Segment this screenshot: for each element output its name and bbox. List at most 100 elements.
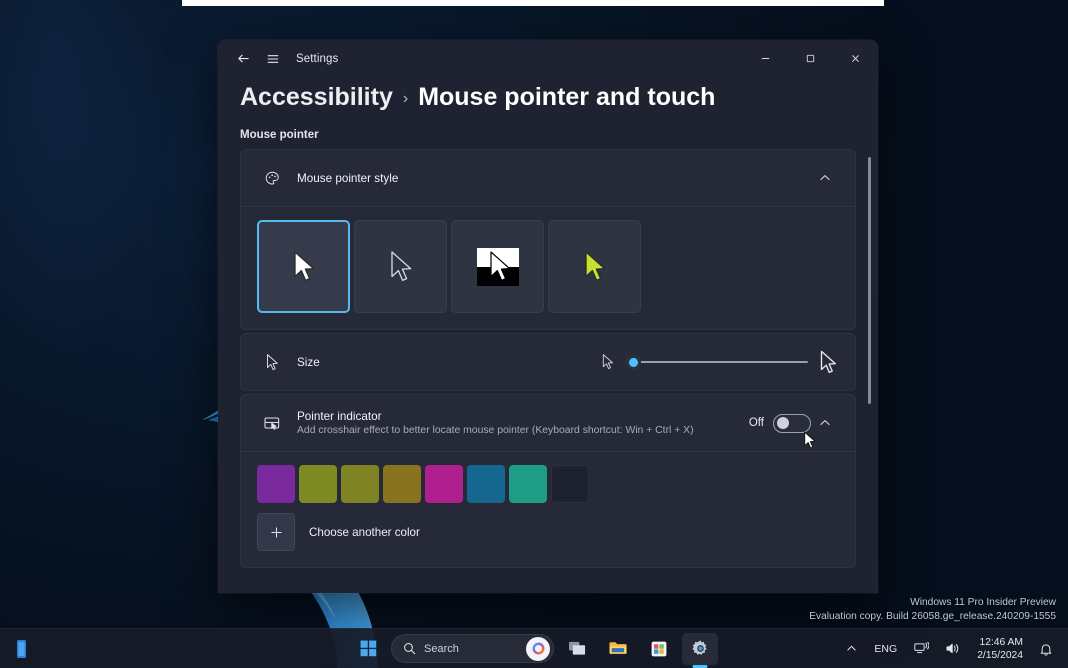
- slider-thumb[interactable]: [625, 354, 641, 370]
- start-button[interactable]: [350, 633, 386, 665]
- color-swatch[interactable]: [341, 465, 379, 503]
- watermark-line-2: Evaluation copy. Build 26058.ge_release.…: [809, 610, 1056, 624]
- search-placeholder: Search: [424, 643, 518, 655]
- slider-rail: [625, 361, 808, 364]
- color-swatch[interactable]: [257, 465, 295, 503]
- taskbar: Search: [0, 628, 1068, 668]
- toggle-knob: [777, 417, 789, 429]
- top-white-strip: [182, 0, 884, 6]
- taskbar-left: [0, 638, 170, 660]
- chevron-up-icon[interactable]: [811, 164, 839, 192]
- pointer-indicator-icon: [257, 414, 287, 432]
- desktop-widget-icon[interactable]: [12, 638, 32, 660]
- cursor-black-icon: [388, 250, 414, 284]
- page-header: Accessibility › Mouse pointer and touch: [218, 77, 878, 112]
- minimize-button[interactable]: [743, 40, 788, 77]
- card-pointer-size: Size: [240, 333, 856, 391]
- small-cursor-icon: [265, 353, 280, 372]
- clock-date: 2/15/2024: [977, 649, 1023, 662]
- plus-icon[interactable]: [257, 513, 295, 551]
- color-swatch-grid: [257, 465, 839, 503]
- pointer-style-option-black[interactable]: [354, 220, 447, 313]
- cursor-custom-color-icon: [582, 250, 608, 284]
- volume-button[interactable]: [939, 633, 968, 665]
- toggle-state-label: Off: [749, 417, 764, 429]
- language-indicator[interactable]: ENG: [867, 633, 904, 665]
- pointer-size-title: Size: [297, 356, 601, 369]
- taskbar-search[interactable]: Search: [391, 634, 554, 663]
- pointer-style-option-custom[interactable]: [548, 220, 641, 313]
- pointer-style-option-white[interactable]: [257, 220, 350, 313]
- search-icon: [403, 642, 416, 655]
- color-swatch[interactable]: [299, 465, 337, 503]
- settings-window: Settings Accessibility › Mouse pointer a…: [218, 40, 878, 593]
- file-explorer-button[interactable]: [600, 633, 636, 665]
- pointer-indicator-description: Add crosshair effect to better locate mo…: [297, 425, 749, 436]
- network-button[interactable]: [907, 633, 936, 665]
- content-scrollbar[interactable]: [864, 149, 874, 593]
- mouse-pointer-style-options: [241, 206, 855, 329]
- mouse-pointer-style-title: Mouse pointer style: [297, 172, 811, 185]
- pointer-indicator-colors: Choose another color: [241, 451, 855, 567]
- back-arrow-icon[interactable]: [228, 45, 258, 73]
- pointer-size-icon: [257, 353, 287, 372]
- slider-min-cursor-icon: [601, 353, 615, 371]
- breadcrumb-root[interactable]: Accessibility: [240, 83, 393, 112]
- copilot-icon: [531, 641, 546, 656]
- color-swatch[interactable]: [551, 465, 589, 503]
- color-swatch[interactable]: [509, 465, 547, 503]
- hamburger-menu-icon[interactable]: [258, 45, 288, 73]
- mouse-cursor-pointer: [802, 430, 818, 451]
- window-titlebar: Settings: [218, 40, 878, 77]
- notification-bell-icon: [1039, 642, 1053, 656]
- pointer-size-slider[interactable]: [625, 353, 808, 371]
- task-view-button[interactable]: [559, 633, 595, 665]
- pointer-size-row: Size: [241, 334, 855, 390]
- tray-overflow-button[interactable]: [839, 633, 864, 665]
- system-tray: ENG 12:46 AM 2/15/2024: [839, 633, 1060, 665]
- desktop: Settings Accessibility › Mouse pointer a…: [0, 0, 1068, 668]
- choose-another-color-label: Choose another color: [309, 526, 420, 539]
- network-icon: [914, 642, 929, 655]
- task-view-icon: [568, 640, 587, 657]
- file-explorer-icon: [608, 640, 628, 657]
- windows-logo-icon: [360, 640, 377, 657]
- slider-max-cursor-icon: [818, 349, 839, 376]
- microsoft-store-button[interactable]: [641, 633, 677, 665]
- volume-icon: [946, 642, 961, 655]
- settings-content: Mouse pointer style: [218, 149, 878, 593]
- choose-another-color-row[interactable]: Choose another color: [257, 513, 839, 551]
- pointer-indicator-title: Pointer indicator: [297, 410, 749, 423]
- breadcrumb: Accessibility › Mouse pointer and touch: [240, 83, 856, 112]
- close-button[interactable]: [833, 40, 878, 77]
- scrollbar-thumb[interactable]: [868, 157, 871, 404]
- color-swatch[interactable]: [425, 465, 463, 503]
- window-title: Settings: [296, 53, 338, 65]
- pointer-style-option-inverted[interactable]: [451, 220, 544, 313]
- taskbar-center: Search: [350, 633, 718, 665]
- color-swatch[interactable]: [467, 465, 505, 503]
- settings-taskbar-button[interactable]: [682, 633, 718, 665]
- microsoft-store-icon: [650, 640, 668, 658]
- pointer-indicator-header: Pointer indicator Add crosshair effect t…: [241, 395, 855, 451]
- gear-icon: [691, 639, 710, 658]
- color-swatch[interactable]: [383, 465, 421, 503]
- pointer-size-slider-group: [601, 349, 839, 376]
- maximize-button[interactable]: [788, 40, 833, 77]
- notification-center-button[interactable]: [1032, 633, 1060, 665]
- cursor-inverted-icon: [473, 244, 523, 290]
- windows-activation-watermark: Windows 11 Pro Insider Preview Evaluatio…: [809, 596, 1056, 624]
- page-title: Mouse pointer and touch: [418, 83, 715, 112]
- palette-icon: [257, 170, 287, 187]
- card-mouse-pointer-style: Mouse pointer style: [240, 149, 856, 330]
- cursor-white-icon: [291, 250, 317, 284]
- clock-time: 12:46 AM: [977, 636, 1023, 649]
- watermark-line-1: Windows 11 Pro Insider Preview: [809, 596, 1056, 610]
- taskbar-clock[interactable]: 12:46 AM 2/15/2024: [971, 636, 1029, 662]
- card-pointer-indicator: Pointer indicator Add crosshair effect t…: [240, 394, 856, 568]
- breadcrumb-separator-icon: ›: [403, 90, 408, 108]
- chevron-up-icon: [846, 643, 857, 654]
- section-label-mouse-pointer: Mouse pointer: [240, 129, 856, 141]
- copilot-button[interactable]: [526, 637, 550, 661]
- mouse-pointer-style-header[interactable]: Mouse pointer style: [241, 150, 855, 206]
